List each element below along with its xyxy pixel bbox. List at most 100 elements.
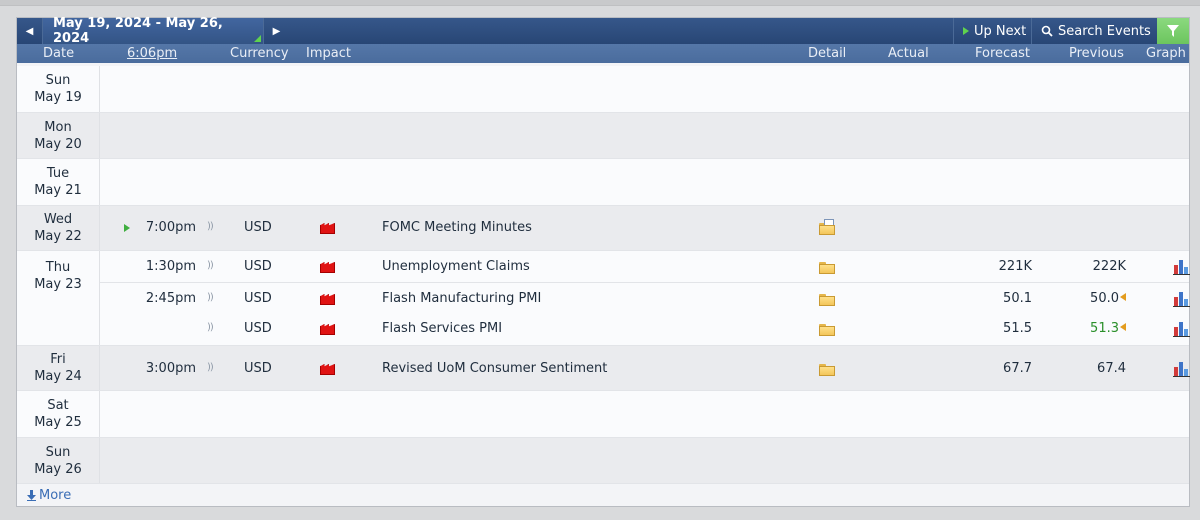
header-impact: Impact — [306, 46, 351, 61]
detail-folder-icon[interactable] — [819, 324, 835, 336]
event-currency: USD — [244, 220, 272, 235]
search-events-button[interactable]: Search Events — [1031, 18, 1160, 44]
event-previous: 51.3 — [1066, 321, 1126, 336]
day-date: May 23 — [34, 277, 82, 292]
bar-chart-icon[interactable] — [1173, 361, 1191, 377]
header-currency: Currency — [230, 46, 289, 61]
event-currency: USD — [244, 291, 272, 306]
header-actual: Actual — [888, 46, 929, 61]
day-date: May 24 — [34, 369, 82, 384]
event-row[interactable]: 2:45pm )) USD Flash Manufacturing PMI 50… — [100, 282, 1191, 313]
day-row: Sun May 26 — [17, 438, 1189, 484]
date-range-selector[interactable]: May 19, 2024 - May 26, 2024 — [43, 16, 263, 46]
day-of-week: Tue — [46, 166, 70, 181]
more-label: More — [39, 488, 72, 503]
day-date: May 21 — [34, 183, 82, 198]
day-date: May 22 — [34, 229, 82, 244]
day-row: Mon May 20 — [17, 113, 1189, 159]
sound-alert-icon[interactable]: )) — [207, 322, 214, 333]
up-next-button[interactable]: Up Next — [953, 18, 1035, 44]
sound-alert-icon[interactable]: )) — [207, 362, 214, 373]
calendar-frame: ◀ May 19, 2024 - May 26, 2024 ▶ Up Next … — [16, 16, 1191, 507]
day-of-week: Fri — [50, 352, 66, 367]
event-row[interactable]: 1:30pm )) USD Unemployment Claims 221K 2… — [100, 251, 1191, 282]
previous-value: 50.0 — [1090, 291, 1119, 306]
search-icon — [1041, 25, 1053, 37]
event-row[interactable]: 7:00pm )) USD FOMC Meeting Minutes — [100, 212, 1189, 243]
day-date: May 19 — [34, 90, 82, 105]
day-of-week: Sun — [45, 444, 71, 460]
event-previous: 222K — [1092, 259, 1126, 274]
header-previous: Previous — [1069, 46, 1124, 61]
corner-marker-icon — [254, 35, 261, 42]
page-top-strip — [0, 0, 1200, 6]
detail-folder-icon[interactable] — [819, 364, 835, 376]
bar-chart-icon[interactable] — [1173, 259, 1191, 275]
event-currency: USD — [244, 321, 272, 336]
day-row: Sun May 19 — [17, 66, 1189, 113]
download-arrow-icon — [27, 490, 36, 501]
calendar-rows: Sun May 19 Mon May 20 Tue May 21 Wed May… — [17, 66, 1191, 484]
day-date-cell: Mon May 20 — [17, 113, 100, 158]
previous-value: 51.3 — [1090, 321, 1119, 336]
event-currency: USD — [244, 259, 272, 274]
event-forecast: 50.1 — [1003, 291, 1032, 306]
day-row: Tue May 21 — [17, 159, 1189, 206]
event-currency: USD — [244, 361, 272, 376]
event-title[interactable]: Flash Services PMI — [382, 321, 502, 336]
next-week-button[interactable]: ▶ — [263, 18, 289, 44]
header-detail: Detail — [808, 46, 847, 61]
event-title[interactable]: Revised UoM Consumer Sentiment — [382, 361, 607, 376]
previous-week-button[interactable]: ◀ — [17, 18, 43, 44]
high-impact-icon — [320, 324, 335, 335]
day-date-cell: Sun May 19 — [17, 66, 100, 112]
filter-button[interactable] — [1157, 18, 1189, 44]
bar-chart-icon[interactable] — [1173, 291, 1191, 307]
day-date-cell: Sat May 25 — [17, 391, 100, 437]
day-of-week: Wed — [43, 212, 73, 227]
day-row: Sat May 25 — [17, 391, 1189, 438]
play-icon — [963, 27, 969, 35]
event-forecast: 221K — [998, 259, 1032, 274]
revised-indicator-icon — [1120, 293, 1126, 301]
high-impact-icon — [320, 223, 335, 234]
day-row: Thu May 23 1:30pm )) USD Unemployment Cl… — [17, 251, 1191, 346]
arrow-right-icon: ▶ — [272, 25, 281, 37]
day-row: Wed May 22 7:00pm )) USD FOMC Meeting Mi… — [17, 206, 1189, 251]
sound-alert-icon[interactable]: )) — [207, 292, 214, 303]
detail-folder-icon[interactable] — [819, 262, 835, 274]
day-of-week: Sun — [45, 73, 71, 88]
detail-folder-open-icon[interactable] — [819, 219, 835, 235]
sound-alert-icon[interactable]: )) — [207, 221, 214, 232]
detail-folder-icon[interactable] — [819, 294, 835, 306]
search-events-label: Search Events — [1058, 23, 1151, 39]
event-time: 7:00pm — [145, 220, 196, 235]
date-range-label: May 19, 2024 - May 26, 2024 — [53, 16, 223, 46]
high-impact-icon — [320, 364, 335, 375]
header-current-time[interactable]: 6:06pm — [127, 46, 177, 61]
more-link[interactable]: More — [27, 488, 71, 503]
event-time: 2:45pm — [145, 291, 196, 306]
day-date: May 25 — [34, 415, 82, 430]
event-previous: 50.0 — [1066, 291, 1126, 306]
event-row[interactable]: 3:00pm )) USD Revised UoM Consumer Senti… — [100, 353, 1191, 384]
day-of-week: Sat — [47, 398, 69, 413]
event-row[interactable]: )) USD Flash Services PMI 51.5 51.3 — [100, 313, 1191, 344]
day-date-cell: Wed May 22 — [17, 206, 100, 250]
header-graph: Graph — [1146, 46, 1186, 61]
event-forecast: 51.5 — [1003, 321, 1032, 336]
day-row: Fri May 24 3:00pm )) USD Revised UoM Con… — [17, 346, 1191, 391]
sound-alert-icon[interactable]: )) — [207, 260, 214, 271]
event-title[interactable]: Unemployment Claims — [382, 259, 530, 274]
day-date-cell: Sun May 26 — [17, 438, 100, 483]
bar-chart-icon[interactable] — [1173, 321, 1191, 337]
event-title[interactable]: FOMC Meeting Minutes — [382, 220, 532, 235]
high-impact-icon — [320, 262, 335, 273]
day-date-cell: Tue May 21 — [17, 159, 100, 205]
event-time: 1:30pm — [145, 259, 196, 274]
event-forecast: 67.7 — [1003, 361, 1032, 376]
calendar-nav-bar: ◀ May 19, 2024 - May 26, 2024 ▶ Up Next … — [17, 16, 1189, 46]
event-time: 3:00pm — [145, 361, 196, 376]
day-of-week: Thu — [45, 260, 71, 275]
event-title[interactable]: Flash Manufacturing PMI — [382, 291, 541, 306]
